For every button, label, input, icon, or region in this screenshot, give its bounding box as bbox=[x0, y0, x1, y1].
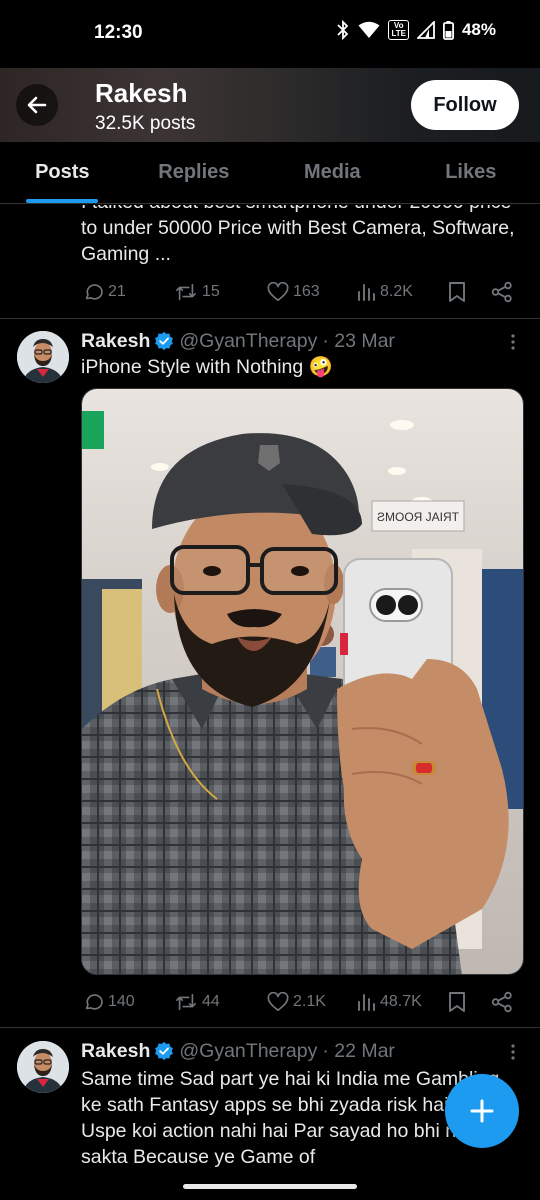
views-button[interactable]: 48.7K bbox=[356, 992, 422, 1012]
posts-count: 32.5K posts bbox=[95, 113, 196, 134]
repost-button[interactable]: 44 bbox=[174, 991, 220, 1013]
tab-posts[interactable]: Posts bbox=[0, 142, 125, 203]
like-button[interactable]: 2.1K bbox=[267, 992, 326, 1012]
like-count: 163 bbox=[293, 283, 320, 300]
share-button[interactable] bbox=[491, 281, 513, 303]
post-divider bbox=[0, 318, 540, 319]
more-options-icon[interactable] bbox=[510, 333, 516, 351]
reply-icon bbox=[85, 284, 103, 300]
post-date: · 23 Mar bbox=[322, 329, 395, 352]
store-sign: ƧMOOЯ JAIЯT bbox=[377, 510, 460, 524]
battery-icon bbox=[442, 20, 454, 40]
post-actions: 140 44 2.1K 48.7K bbox=[82, 989, 522, 1015]
heart-icon bbox=[267, 282, 289, 301]
author-handle[interactable]: @GyanTherapy bbox=[179, 1040, 317, 1063]
view-count: 8.2K bbox=[380, 283, 413, 300]
reply-icon bbox=[85, 994, 103, 1010]
avatar[interactable] bbox=[17, 331, 69, 383]
tab-replies[interactable]: Replies bbox=[125, 142, 263, 203]
share-icon bbox=[491, 281, 512, 303]
share-icon bbox=[491, 991, 512, 1013]
follow-button[interactable]: Follow bbox=[411, 80, 519, 130]
more-options-icon[interactable] bbox=[510, 1043, 516, 1061]
author-name[interactable]: Rakesh bbox=[81, 1040, 150, 1063]
reply-button[interactable]: 140 bbox=[82, 991, 135, 1013]
post-actions: 21 15 163 8.2K bbox=[82, 279, 522, 305]
bookmark-icon bbox=[449, 282, 465, 302]
reply-count: 140 bbox=[108, 993, 135, 1010]
post-text: I talked about best smartphone under 200… bbox=[81, 205, 515, 265]
views-icon bbox=[358, 284, 375, 301]
plus-icon bbox=[470, 1099, 494, 1123]
repost-count: 44 bbox=[202, 993, 220, 1010]
signal-icon bbox=[416, 21, 435, 39]
views-icon bbox=[358, 994, 375, 1011]
share-button[interactable] bbox=[491, 991, 513, 1013]
author-handle[interactable]: @GyanTherapy bbox=[179, 330, 317, 353]
profile-name: Rakesh bbox=[95, 78, 188, 108]
reply-button[interactable]: 21 bbox=[82, 281, 126, 303]
profile-tabs: Posts Replies Media Likes bbox=[0, 142, 540, 204]
post-header: Rakesh @GyanTherapy · 22 Mar bbox=[81, 1037, 395, 1065]
compose-button[interactable] bbox=[445, 1074, 519, 1148]
arrow-left-icon bbox=[27, 96, 47, 114]
post-text: iPhone Style with Nothing 🤪 bbox=[81, 356, 333, 378]
heart-icon bbox=[267, 992, 289, 1011]
repost-button[interactable]: 15 bbox=[174, 281, 220, 303]
post-image[interactable]: ƧMOOЯ JAIЯT bbox=[81, 388, 524, 975]
bluetooth-icon bbox=[336, 20, 350, 40]
bookmark-icon bbox=[449, 992, 465, 1012]
wifi-icon bbox=[358, 21, 380, 39]
repost-count: 15 bbox=[202, 283, 220, 300]
tab-likes[interactable]: Likes bbox=[402, 142, 540, 203]
views-button[interactable]: 8.2K bbox=[356, 282, 413, 302]
like-button[interactable]: 163 bbox=[267, 282, 320, 302]
back-button[interactable] bbox=[16, 84, 58, 126]
status-icons: Vo LTE 48% bbox=[336, 20, 496, 40]
battery-percent: 48% bbox=[461, 20, 496, 39]
avatar[interactable] bbox=[17, 1041, 69, 1093]
verified-badge-icon bbox=[154, 331, 174, 351]
verified-badge-icon bbox=[154, 1041, 174, 1061]
status-bar: 12:30 Vo LTE 48% bbox=[0, 0, 540, 68]
reply-count: 21 bbox=[108, 283, 126, 300]
view-count: 48.7K bbox=[380, 993, 422, 1010]
tab-media[interactable]: Media bbox=[263, 142, 401, 203]
volte-icon: Vo LTE bbox=[388, 20, 409, 40]
bookmark-button[interactable] bbox=[448, 281, 466, 303]
repost-icon bbox=[176, 993, 196, 1011]
post-feed[interactable]: I talked about best smartphone under 200… bbox=[0, 205, 540, 1200]
author-name[interactable]: Rakesh bbox=[81, 330, 150, 353]
like-count: 2.1K bbox=[293, 993, 326, 1010]
home-indicator[interactable] bbox=[183, 1184, 357, 1189]
post-divider bbox=[0, 1027, 540, 1028]
post-date: · 22 Mar bbox=[322, 1039, 395, 1062]
profile-header: Rakesh 32.5K posts Follow bbox=[0, 68, 540, 142]
status-time: 12:30 bbox=[94, 22, 143, 43]
post-header: Rakesh @GyanTherapy · 23 Mar bbox=[81, 327, 395, 355]
repost-icon bbox=[176, 283, 196, 301]
bookmark-button[interactable] bbox=[448, 991, 466, 1013]
